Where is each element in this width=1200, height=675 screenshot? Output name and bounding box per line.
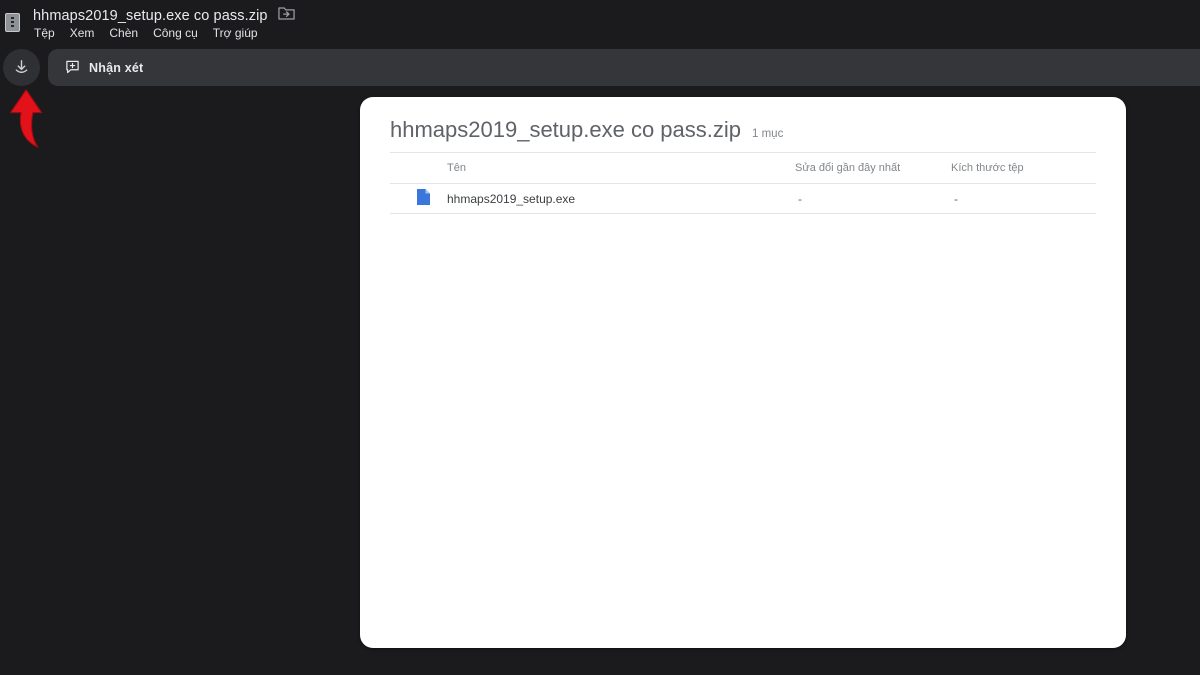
menu-bar: Tệp Xem Chèn Công cụ Trợ giúp [34,26,258,40]
add-comment-label: Nhận xét [89,60,144,75]
column-header-size[interactable]: Kích thước tệp [951,162,1096,174]
annotation-arrow-icon [10,89,43,148]
card-header: hhmaps2019_setup.exe co pass.zip 1 mục [390,97,1096,153]
add-comment-icon [65,59,80,77]
file-table: Tên Sửa đổi gần đây nhất Kích thước tệp … [390,153,1096,214]
zipper-pattern [11,16,14,29]
column-header-modified[interactable]: Sửa đổi gần đây nhất [795,162,951,174]
menu-item-cong-cu[interactable]: Công cụ [153,26,198,40]
move-to-folder-icon[interactable] [277,6,295,25]
zip-contents-card: hhmaps2019_setup.exe co pass.zip 1 mục T… [360,97,1126,648]
zip-title: hhmaps2019_setup.exe co pass.zip [390,117,742,142]
download-button[interactable] [3,49,40,86]
menu-item-tro-giup[interactable]: Trợ giúp [213,26,258,40]
menu-item-chen[interactable]: Chèn [109,26,138,40]
zip-archive-icon [5,13,20,32]
menu-item-xem[interactable]: Xem [70,26,95,40]
file-row[interactable]: hhmaps2019_setup.exe - - [390,184,1096,214]
titlebar: hhmaps2019_setup.exe co pass.zip [33,6,295,25]
table-header-row: Tên Sửa đổi gần đây nhất Kích thước tệp [390,153,1096,184]
column-header-name[interactable]: Tên [390,162,795,174]
add-comment-button[interactable]: Nhận xét [65,59,143,77]
file-modified: - [798,191,802,206]
file-size: - [954,191,958,206]
item-count: 1 mục [752,128,784,140]
download-icon [12,57,31,79]
document-title: hhmaps2019_setup.exe co pass.zip [33,7,268,24]
menu-item-tep[interactable]: Tệp [34,26,55,40]
file-icon [417,189,430,208]
file-name: hhmaps2019_setup.exe [447,191,576,206]
toolbar: Nhận xét [48,49,1200,86]
